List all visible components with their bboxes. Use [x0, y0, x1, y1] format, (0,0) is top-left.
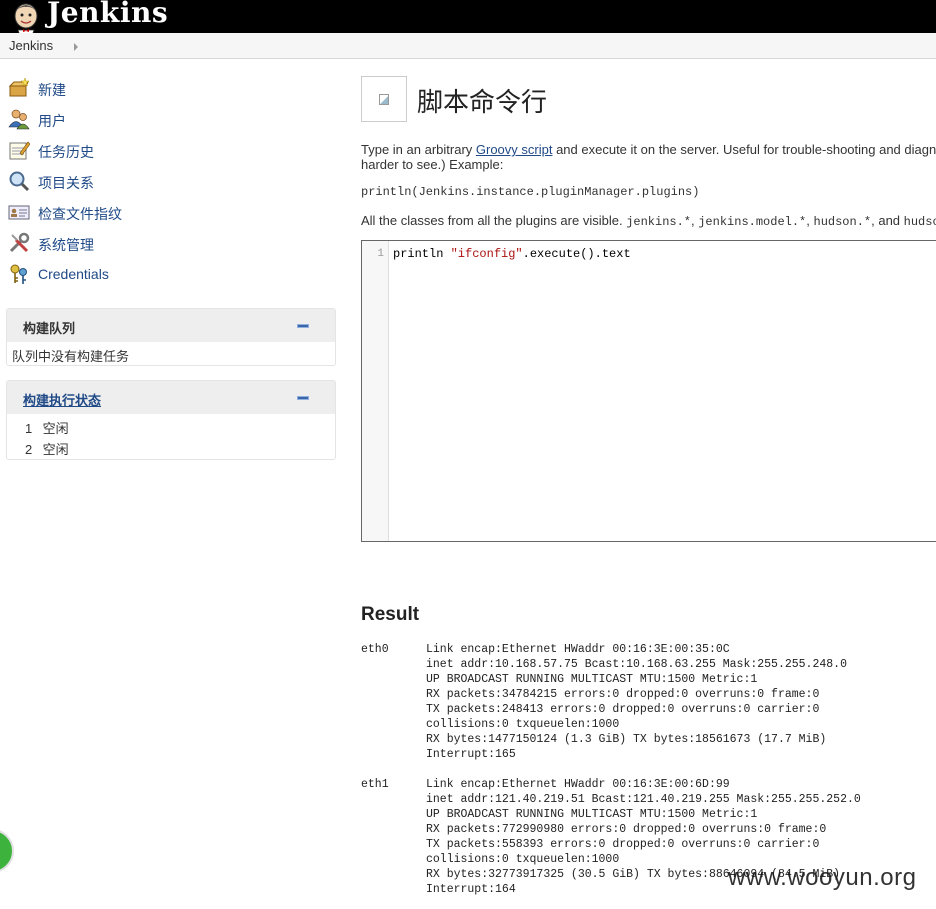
collapse-icon[interactable] [297, 324, 309, 328]
code-string-token: "ifconfig" [450, 247, 523, 261]
tools-icon [9, 232, 30, 253]
interface-name: eth0 [361, 643, 389, 656]
output-line: TX packets:248413 errors:0 dropped:0 ove… [426, 703, 820, 716]
build-queue-title: 构建队列 [23, 321, 76, 336]
package-name: hudson.* [813, 215, 872, 229]
breadcrumb-jenkins-link[interactable]: Jenkins [9, 38, 53, 53]
description-text: and execute it on the server. Useful for… [552, 142, 936, 157]
keys-icon [10, 264, 27, 284]
result-heading: Result [361, 604, 420, 625]
sidebar-item-label: Credentials [38, 266, 109, 282]
collapse-icon[interactable] [297, 396, 309, 400]
output-line: TX packets:558393 errors:0 dropped:0 ove… [426, 838, 820, 851]
package-name: jenkins.model.* [698, 215, 807, 229]
output-line: inet addr:10.168.57.75 Bcast:10.168.63.2… [426, 658, 847, 671]
fingerprint-card-icon [8, 205, 30, 220]
script-description: Type in an arbitrary Groovy script and e… [361, 142, 936, 172]
search-icon [9, 171, 30, 192]
executor-status: 空闲 [42, 442, 69, 457]
output-line: Link encap:Ethernet HWaddr 00:16:3E:00:3… [426, 643, 730, 656]
jenkins-butler-logo[interactable] [8, 0, 44, 36]
output-line: Interrupt:165 [426, 748, 516, 761]
notepad-icon [9, 141, 30, 160]
interface-name: eth1 [361, 778, 389, 791]
classes-note-text: , and [871, 213, 904, 228]
output-line: inet addr:121.40.219.51 Bcast:121.40.219… [426, 793, 861, 806]
broken-image-icon [361, 76, 407, 122]
executors-pane: 构建执行状态 1 空闲 2 空闲 [6, 380, 336, 460]
output-line: RX bytes:1477150124 (1.3 GiB) TX bytes:1… [426, 733, 827, 746]
jenkins-brand-title[interactable]: Jenkins [47, 0, 168, 29]
sidebar-item-label: 任务历史 [38, 144, 94, 160]
groovy-script-link[interactable]: Groovy script [476, 142, 553, 157]
package-name: hudson.mo [903, 215, 936, 229]
sidebar-item-label: 检查文件指纹 [38, 206, 122, 222]
output-line: UP BROADCAST RUNNING MULTICAST MTU:1500 … [426, 808, 758, 821]
editor-gutter: 1 [362, 241, 389, 541]
executor-row: 1 空闲 [25, 418, 69, 437]
top-bar: Jenkins [0, 0, 936, 36]
executor-number: 2 [25, 442, 33, 457]
code-token: println [393, 247, 451, 261]
script-editor[interactable]: 1 println "ifconfig".execute().text [361, 240, 936, 542]
output-line: collisions:0 txqueuelen:1000 [426, 718, 620, 731]
output-line: collisions:0 txqueuelen:1000 [426, 853, 620, 866]
output-line: RX packets:772990980 errors:0 dropped:0 … [426, 823, 827, 836]
code-token: .execute().text [522, 247, 631, 261]
sidebar-item-label: 系统管理 [38, 237, 94, 253]
executors-title-link[interactable]: 构建执行状态 [23, 390, 101, 409]
classes-note-text: All the classes from all the plugins are… [361, 213, 627, 228]
executor-row: 2 空闲 [25, 439, 69, 458]
code-line[interactable]: println "ifconfig".execute().text [393, 247, 631, 261]
package-name: jenkins.* [626, 215, 691, 229]
sidebar-item-label: 用户 [38, 113, 66, 129]
users-icon [8, 109, 30, 130]
watermark-text: www.wooyun.org [728, 864, 917, 891]
executor-status: 空闲 [42, 421, 69, 436]
description-text: harder to see.) Example: [361, 157, 504, 172]
sidebar-item-label: 项目关系 [38, 175, 94, 191]
build-queue-header: 构建队列 [7, 309, 335, 342]
new-package-icon [8, 77, 30, 97]
description-text: Type in an arbitrary [361, 142, 476, 157]
sidebar-item-label: 新建 [38, 82, 66, 98]
breadcrumb: Jenkins [0, 33, 936, 59]
output-line: RX packets:34784215 errors:0 dropped:0 o… [426, 688, 820, 701]
output-line: Link encap:Ethernet HWaddr 00:16:3E:00:6… [426, 778, 730, 791]
page-title: 脚本命令行 [417, 88, 548, 118]
output-line: UP BROADCAST RUNNING MULTICAST MTU:1500 … [426, 673, 758, 686]
executor-number: 1 [25, 421, 33, 436]
output-line: Interrupt:164 [426, 883, 516, 896]
breadcrumb-arrow-icon[interactable] [74, 43, 78, 51]
executors-header: 构建执行状态 [7, 381, 335, 414]
build-queue-pane: 构建队列 队列中没有构建任务 [6, 308, 336, 366]
build-queue-empty-text: 队列中没有构建任务 [12, 349, 130, 364]
classes-note: All the classes from all the plugins are… [361, 213, 936, 229]
example-code: println(Jenkins.instance.pluginManager.p… [361, 185, 700, 199]
line-number: 1 [377, 248, 384, 260]
floating-badge[interactable]: 5 [0, 829, 14, 873]
